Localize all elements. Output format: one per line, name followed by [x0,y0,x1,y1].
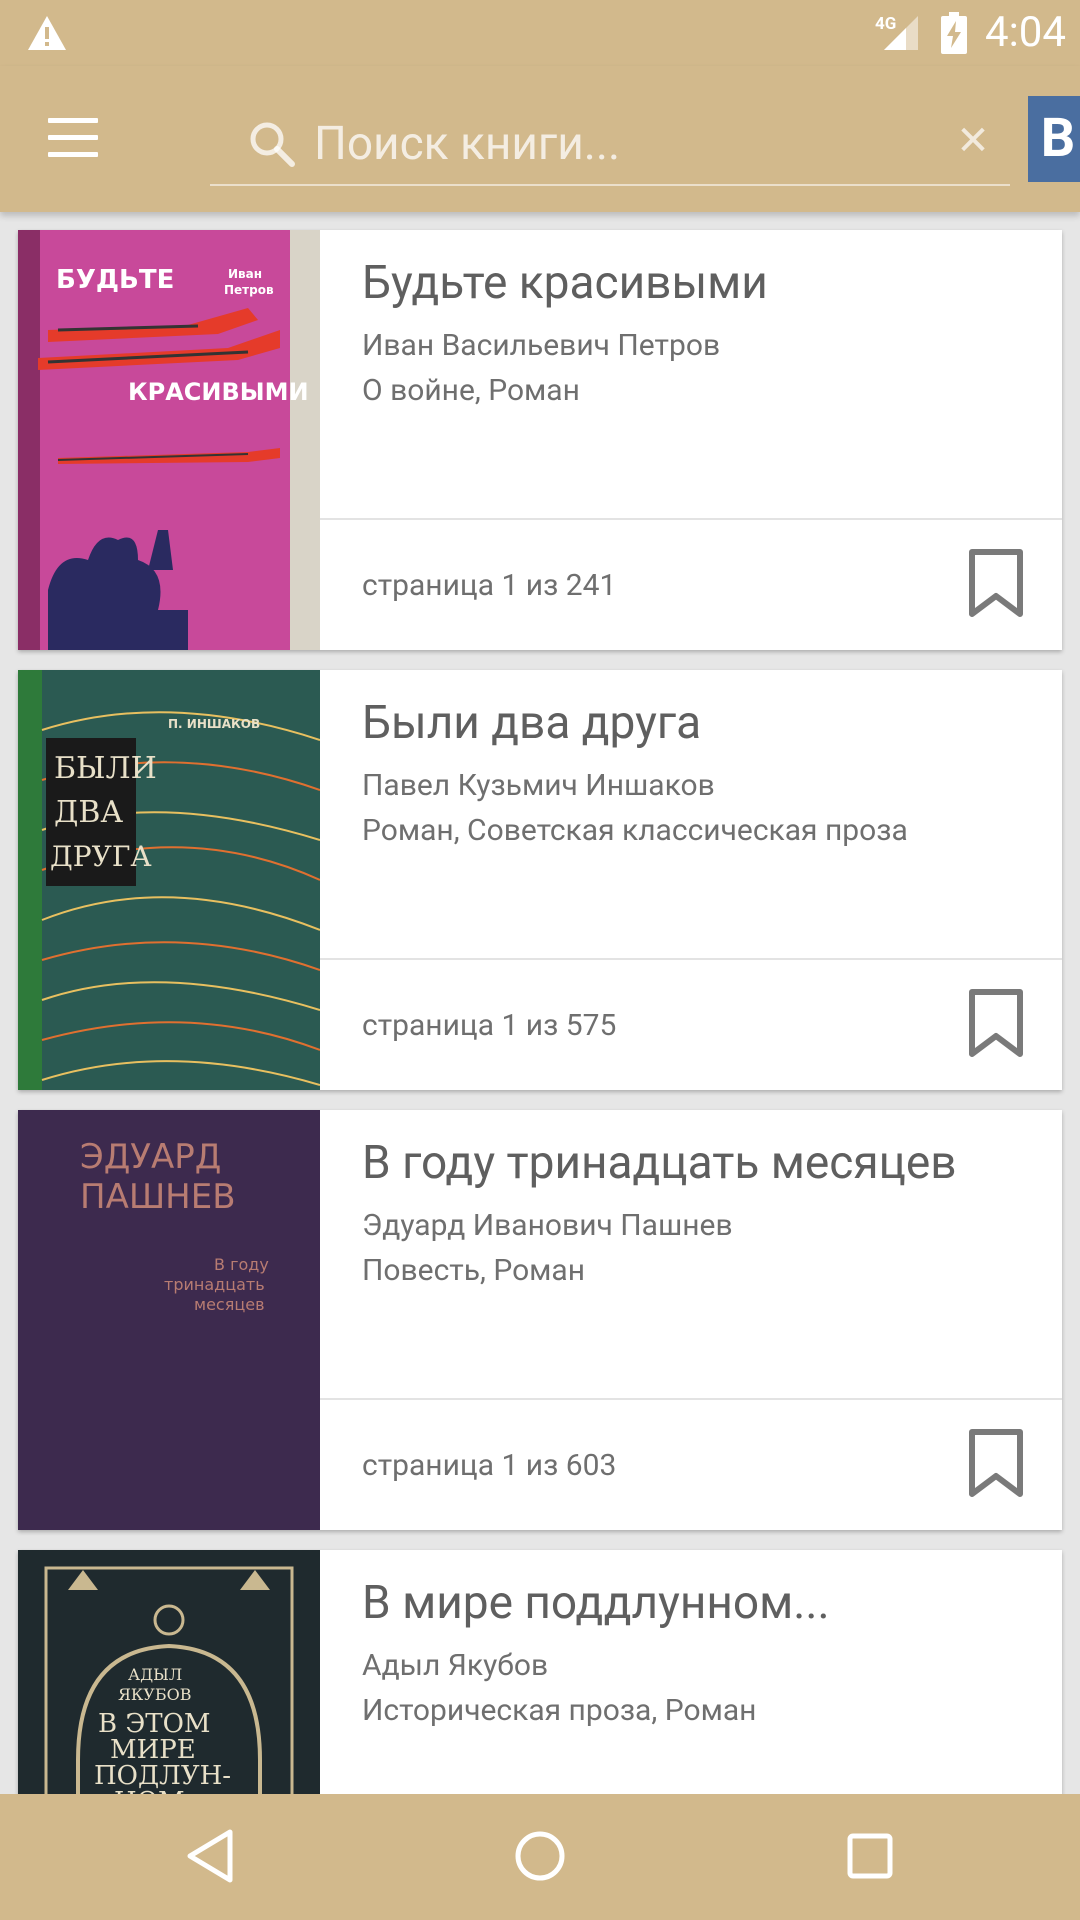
page-progress: страница 1 из 603 [362,1448,617,1483]
bookmark-icon[interactable] [968,988,1024,1058]
cover-author-line-1: ЭДУАРД [80,1137,221,1177]
book-title: Будьте красивыми [362,256,768,310]
clear-search-button[interactable]: ✕ [948,116,998,166]
cover-title-line-1: В году [214,1255,269,1274]
toolbar: ✕ В [0,66,1080,212]
hamburger-icon [48,118,98,123]
navigation-bar [0,1794,1080,1920]
home-icon[interactable] [508,1824,572,1888]
battery-charging-icon [941,12,967,54]
cover-author-line-1: АДЫЛ [128,1665,182,1684]
cover-title-line-1: БЫЛИ [54,751,157,786]
book-card[interactable]: БЫЛИ ДВА ДРУГА П. ИНШАКОВ Были два друга… [18,670,1062,1090]
book-genres: Повесть, Роман [362,1253,586,1288]
warning-icon [28,16,66,50]
book-info: В году тринадцать месяцев Эдуард Иванови… [362,1136,1042,1288]
status-bar: 4G 4:04 [0,0,1080,66]
search-bar: ✕ [210,106,1010,186]
cover-title-line-2: тринадцать [164,1275,265,1294]
book-cover: БУДЬТЕ Иван Петров КРАСИВЫМИ [18,230,320,650]
cover-title-line-3: ДРУГА [50,840,152,873]
menu-button[interactable] [48,118,98,158]
book-cover: АДЫЛ ЯКУБОВ В ЭТОМ МИРЕ ПОДЛУН- НОМ... [18,1550,320,1794]
recents-icon[interactable] [838,1824,902,1888]
book-info: В мире поддлунном... Адыл Якубов Историч… [362,1576,1042,1728]
divider [320,958,1062,960]
book-cover: БЫЛИ ДВА ДРУГА П. ИНШАКОВ [18,670,320,1090]
divider [320,518,1062,520]
bookmark-icon[interactable] [968,548,1024,618]
book-genres: О войне, Роман [362,373,580,408]
book-title: Были два друга [362,696,702,750]
book-author: Адыл Якубов [362,1648,549,1683]
book-info: Будьте красивыми Иван Васильевич Петров … [362,256,1042,408]
search-icon [250,122,295,167]
search-input[interactable] [314,114,914,174]
vk-button[interactable]: В [1028,96,1080,182]
cover-title-line-1: БУДЬТЕ [56,265,174,295]
bookmark-icon[interactable] [968,1428,1024,1498]
cover-author-line-2: Петров [224,283,274,297]
cover-author: П. ИНШАКОВ [168,717,260,731]
cover-author-line-2: ПАШНЕВ [80,1177,236,1217]
book-info: Были два друга Павел Кузьмич Иншаков Ром… [362,696,1042,848]
book-list: БУДЬТЕ Иван Петров КРАСИВЫМИ Будьте крас… [0,212,1080,1794]
book-title: В мире поддлунном... [362,1576,830,1630]
divider [320,1398,1062,1400]
clock: 4:04 [985,8,1066,57]
book-title: В году тринадцать месяцев [362,1136,957,1190]
book-cover: ЭДУАРД ПАШНЕВ В году тринадцать месяцев [18,1110,320,1530]
cover-title-line-4: НОМ... [114,1787,209,1794]
book-card[interactable]: БУДЬТЕ Иван Петров КРАСИВЫМИ Будьте крас… [18,230,1062,650]
back-icon[interactable] [180,1824,244,1888]
book-genres: Роман, Советская классическая проза [362,813,908,848]
page-progress: страница 1 из 575 [362,1008,617,1043]
book-card[interactable]: ЭДУАРД ПАШНЕВ В году тринадцать месяцев … [18,1110,1062,1530]
book-author: Иван Васильевич Петров [362,328,721,363]
cover-title-line-2: ДВА [54,795,123,830]
cover-title-line-2: КРАСИВЫМИ [128,378,309,406]
cover-title-line-3: месяцев [194,1295,265,1314]
signal-icon [884,16,918,50]
page-progress: страница 1 из 241 [362,568,617,603]
book-card[interactable]: АДЫЛ ЯКУБОВ В ЭТОМ МИРЕ ПОДЛУН- НОМ... В… [18,1550,1062,1794]
book-genres: Историческая проза, Роман [362,1693,757,1728]
cover-author-line-1: Иван [228,267,262,281]
book-author: Павел Кузьмич Иншаков [362,768,715,803]
cover-author-line-2: ЯКУБОВ [118,1685,192,1704]
book-author: Эдуард Иванович Пашнев [362,1208,733,1243]
